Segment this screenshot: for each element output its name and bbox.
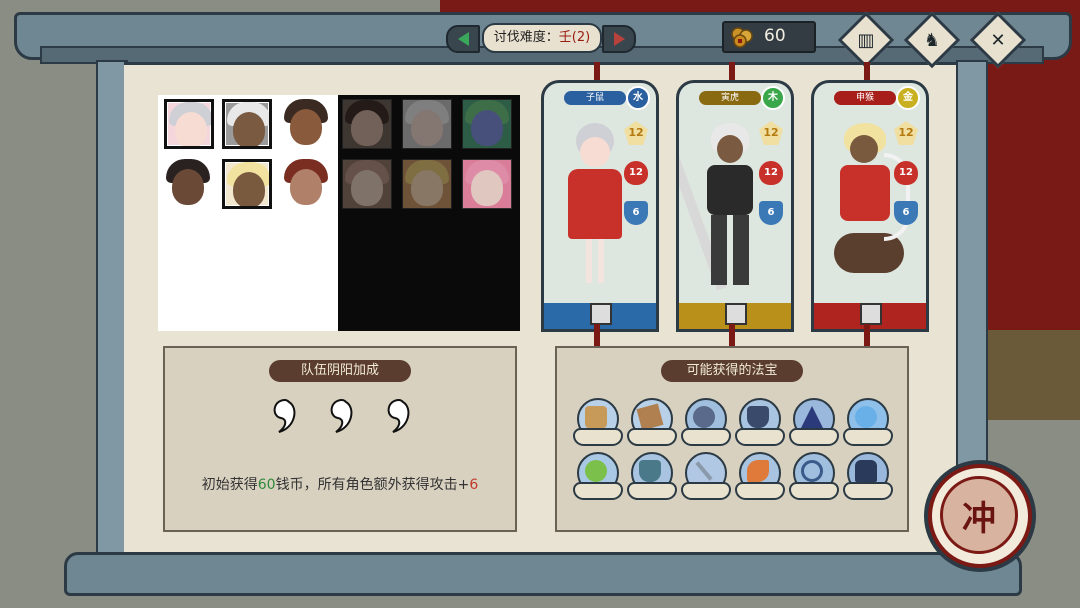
- portrait-6[interactable]: [462, 99, 512, 149]
- defense-icon: 6: [894, 201, 918, 225]
- yinyang-effect-text: 初始获得60钱币，所有角色额外获得攻击+6: [201, 477, 479, 493]
- portrait-4[interactable]: [342, 99, 392, 149]
- portrait-1[interactable]: [164, 99, 214, 149]
- magatama-icon: [273, 398, 296, 433]
- character-figure: [564, 123, 626, 293]
- portrait-2[interactable]: [222, 99, 272, 149]
- crystal-ball-treasure-icon[interactable]: [843, 398, 893, 446]
- character-card-monkey[interactable]: 申猴 金 12 12 6: [811, 80, 929, 332]
- hat-treasure-icon[interactable]: [789, 398, 839, 446]
- attack-icon: 12: [624, 121, 648, 145]
- difficulty-next-button[interactable]: [602, 25, 636, 53]
- portrait-3[interactable]: [282, 99, 332, 149]
- card-name: 子鼠: [564, 91, 626, 105]
- roster-grid: [158, 95, 520, 331]
- portrait-12[interactable]: [462, 159, 512, 209]
- equip-slot[interactable]: [860, 303, 882, 325]
- treasures-title: 可能获得的法宝: [661, 360, 803, 382]
- coin-icon: [731, 27, 753, 48]
- fish-treasure-icon[interactable]: [735, 452, 785, 500]
- portrait-7[interactable]: [164, 159, 214, 209]
- attack-icon: 12: [759, 121, 783, 145]
- urn-treasure-icon[interactable]: [735, 398, 785, 446]
- portrait-10[interactable]: [342, 159, 392, 209]
- coin-count: 60: [764, 26, 786, 46]
- hp-icon: 12: [759, 161, 783, 185]
- element-icon: 金: [896, 86, 920, 110]
- magatama-icon: [387, 398, 410, 433]
- yinyang-title: 队伍阴阳加成: [269, 360, 411, 382]
- hp-icon: 12: [624, 161, 648, 185]
- charge-label: 冲: [940, 476, 1018, 554]
- character-card-tiger[interactable]: 寅虎 木 12 12 6: [676, 80, 794, 332]
- net-treasure-icon[interactable]: [681, 398, 731, 446]
- arrow-left-icon: [457, 32, 469, 46]
- difficulty-display: 讨伐难度：壬(2): [482, 23, 602, 53]
- portrait-8[interactable]: [222, 159, 272, 209]
- portrait-11[interactable]: [402, 159, 452, 209]
- yinyang-bonus-panel: 队伍阴阳加成 初始获得60钱币，所有角色额外获得攻击+6: [163, 346, 517, 532]
- difficulty-prev-button[interactable]: [446, 25, 480, 53]
- defense-icon: 6: [624, 201, 648, 225]
- treasures-panel: 可能获得的法宝: [555, 346, 909, 532]
- difficulty-label: 讨伐难度：: [493, 30, 559, 45]
- element-icon: 水: [626, 86, 650, 110]
- scroll-treasure-icon[interactable]: [573, 398, 623, 446]
- character-figure: [679, 123, 761, 293]
- rope-treasure-icon[interactable]: [789, 452, 839, 500]
- hp-icon: 12: [894, 161, 918, 185]
- arrow-right-icon: [613, 32, 625, 46]
- equip-slot[interactable]: [590, 303, 612, 325]
- character-card-rat[interactable]: 子鼠 水 12 12 6: [541, 80, 659, 332]
- book-icon: ▥: [857, 29, 875, 51]
- armor-treasure-icon[interactable]: [843, 452, 893, 500]
- portrait-9[interactable]: [282, 159, 332, 209]
- equip-slot[interactable]: [725, 303, 747, 325]
- coin-counter: 60: [722, 21, 816, 53]
- close-icon: ✕: [990, 29, 1006, 51]
- sword-treasure-icon[interactable]: [681, 452, 731, 500]
- scroll-bottom-bar: [64, 552, 1022, 596]
- difficulty-value: 壬(2): [558, 30, 591, 45]
- portrait-5[interactable]: [402, 99, 452, 149]
- gourd-treasure-icon[interactable]: [573, 452, 623, 500]
- card-name: 申猴: [834, 91, 896, 105]
- map-treasure-icon[interactable]: [627, 398, 677, 446]
- cauldron-treasure-icon[interactable]: [627, 452, 677, 500]
- characters-icon: ♞: [923, 29, 941, 51]
- magatama-icon: [330, 398, 353, 433]
- charge-button[interactable]: 冲: [928, 464, 1032, 568]
- attack-icon: 12: [894, 121, 918, 145]
- element-icon: 木: [761, 86, 785, 110]
- character-figure: [834, 123, 910, 293]
- defense-icon: 6: [759, 201, 783, 225]
- card-name: 寅虎: [699, 91, 761, 105]
